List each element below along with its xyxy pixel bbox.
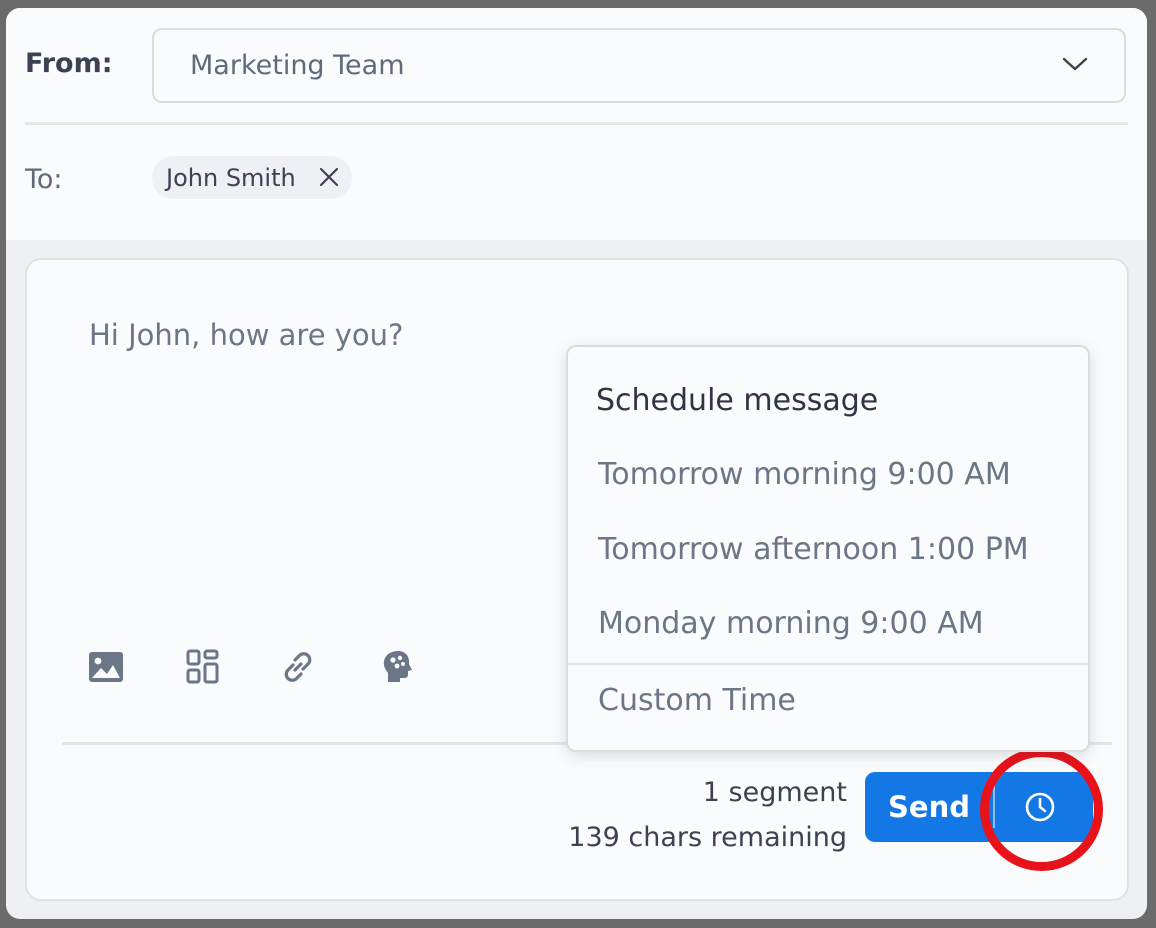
send-button[interactable]: Send bbox=[865, 772, 993, 842]
link-icon[interactable] bbox=[279, 648, 317, 686]
recipient-chip: John Smith bbox=[152, 156, 352, 199]
image-icon[interactable] bbox=[87, 648, 125, 686]
schedule-menu-divider bbox=[568, 663, 1088, 665]
to-label: To: bbox=[25, 164, 63, 195]
compose-header: From: Marketing Team To: John Smith bbox=[6, 8, 1147, 240]
from-select-value: Marketing Team bbox=[190, 50, 405, 81]
send-button-separator bbox=[993, 786, 995, 828]
schedule-option-tomorrow-afternoon[interactable]: Tomorrow afternoon 1:00 PM bbox=[598, 532, 1029, 567]
from-select[interactable]: Marketing Team bbox=[152, 28, 1126, 103]
clock-icon bbox=[1025, 792, 1055, 822]
recipient-chip-label: John Smith bbox=[166, 164, 296, 192]
header-divider bbox=[25, 122, 1128, 125]
remove-recipient-icon[interactable] bbox=[318, 166, 340, 188]
from-label: From: bbox=[25, 48, 113, 79]
schedule-option-monday-morning[interactable]: Monday morning 9:00 AM bbox=[598, 606, 984, 641]
message-input[interactable]: Hi John, how are you? bbox=[89, 318, 403, 352]
schedule-option-tomorrow-morning[interactable]: Tomorrow morning 9:00 AM bbox=[598, 457, 1011, 492]
schedule-menu: Schedule message Tomorrow morning 9:00 A… bbox=[566, 345, 1090, 752]
brain-icon[interactable] bbox=[379, 648, 417, 686]
compose-window: From: Marketing Team To: John Smith Hi J… bbox=[6, 8, 1147, 919]
schedule-button[interactable] bbox=[996, 772, 1093, 842]
chars-remaining: 139 chars remaining bbox=[568, 822, 847, 853]
grid-icon[interactable] bbox=[184, 648, 222, 686]
chevron-down-icon bbox=[1062, 57, 1088, 71]
schedule-option-custom-time[interactable]: Custom Time bbox=[598, 683, 796, 718]
segment-count: 1 segment bbox=[702, 777, 847, 808]
send-button-group: Send bbox=[865, 772, 1093, 842]
schedule-menu-title: Schedule message bbox=[596, 383, 879, 418]
